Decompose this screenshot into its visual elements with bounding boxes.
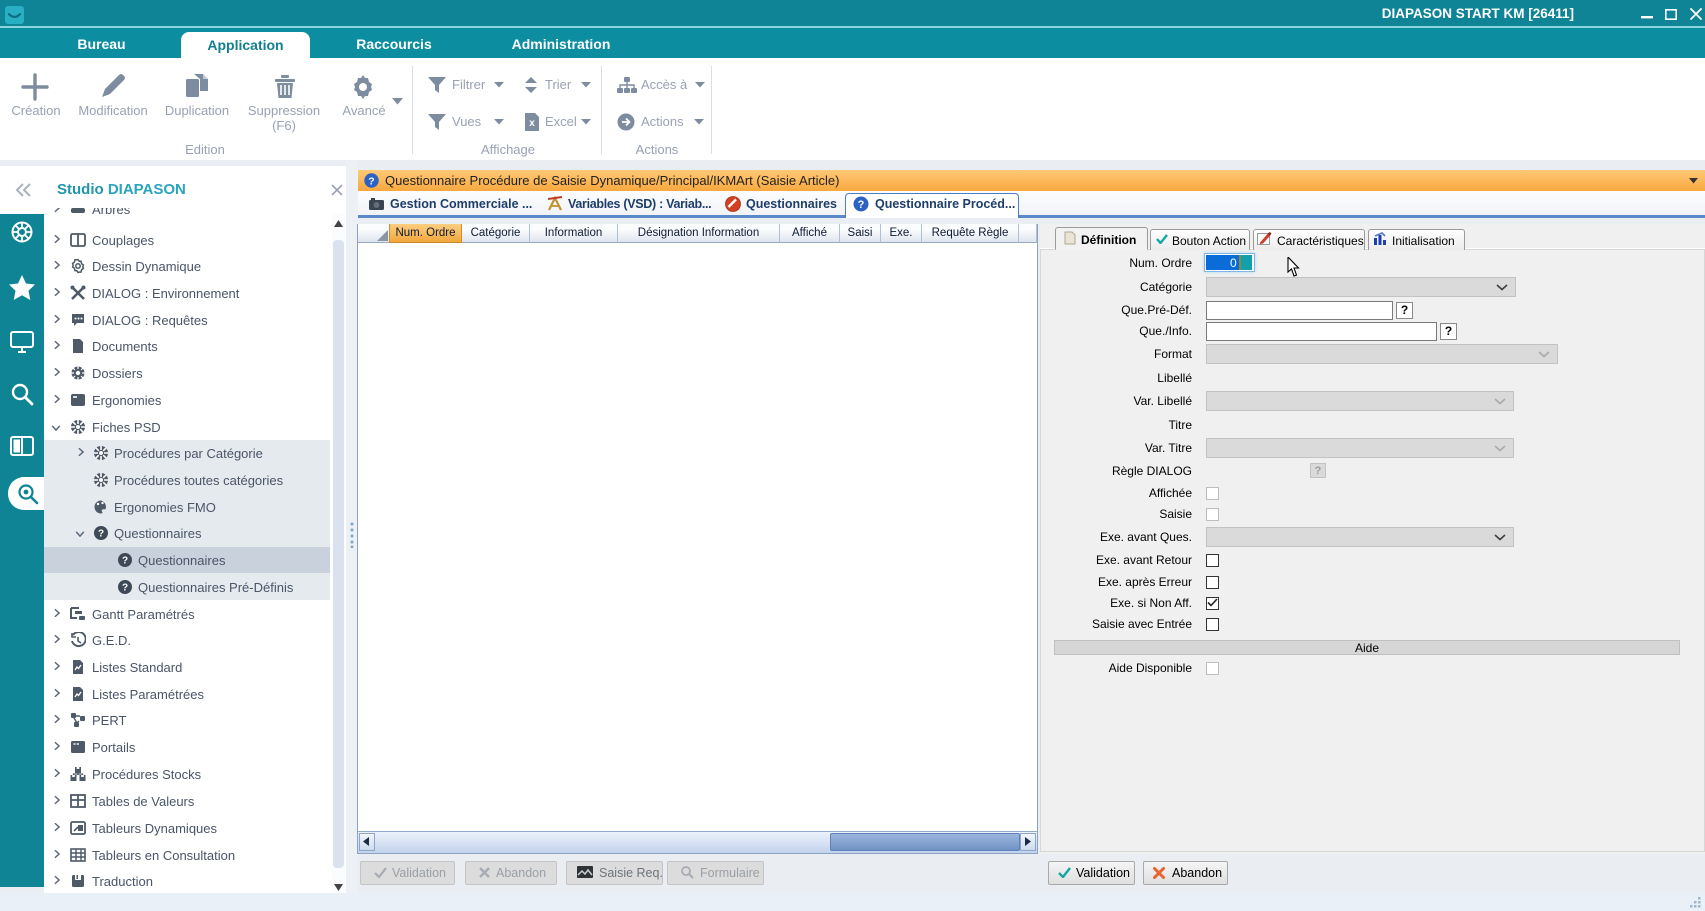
svg-text:?: ? — [368, 176, 374, 188]
svg-text:?: ? — [858, 199, 865, 211]
svg-text:?: ? — [122, 556, 128, 567]
svg-text:?: ? — [98, 529, 104, 540]
svg-text:x: x — [529, 118, 535, 129]
svg-text:?: ? — [122, 583, 128, 594]
